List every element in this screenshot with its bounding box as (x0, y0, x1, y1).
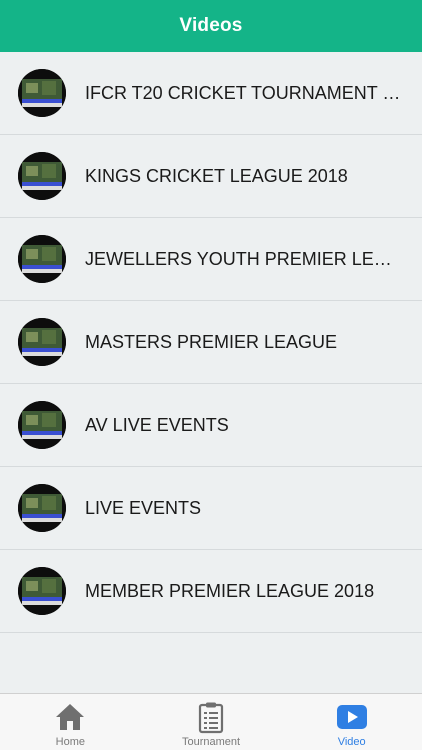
video-list-item[interactable]: MEMBER PREMIER LEAGUE 2018 (0, 550, 422, 633)
video-title: JEWELLERS YOUTH PREMIER LEAGU... (85, 248, 401, 269)
video-list: IFCR T20 CRICKET TOURNAMENT SE... KINGS … (0, 52, 422, 633)
video-list-item[interactable]: MASTERS PREMIER LEAGUE (0, 301, 422, 384)
play-icon (336, 705, 367, 729)
video-title: MEMBER PREMIER LEAGUE 2018 (85, 580, 375, 601)
tab-label: Video (337, 736, 366, 748)
video-thumbnail (18, 401, 66, 449)
tab-tournament[interactable]: Tournament (141, 694, 282, 750)
video-thumbnail (18, 69, 66, 117)
tab-label: Tournament (181, 736, 241, 748)
video-title: KINGS CRICKET LEAGUE 2018 (85, 165, 348, 186)
video-thumbnail (18, 567, 66, 615)
home-icon (56, 704, 85, 730)
tab-video[interactable]: Video (281, 694, 422, 750)
video-list-item[interactable]: IFCR T20 CRICKET TOURNAMENT SE... (0, 52, 422, 135)
video-thumbnail (18, 318, 66, 366)
video-thumbnail (18, 484, 66, 532)
video-title: AV LIVE EVENTS (85, 414, 229, 435)
video-thumbnail (18, 235, 66, 283)
video-thumbnail (18, 152, 66, 200)
video-list-item[interactable]: LIVE EVENTS (0, 467, 422, 550)
page-title: Videos (179, 15, 243, 36)
tab-label: Home (55, 736, 85, 748)
video-list-item[interactable]: AV LIVE EVENTS (0, 384, 422, 467)
video-list-item[interactable]: KINGS CRICKET LEAGUE 2018 (0, 135, 422, 218)
video-title: LIVE EVENTS (85, 497, 202, 518)
video-title: IFCR T20 CRICKET TOURNAMENT SE... (85, 82, 401, 103)
bottom-tab-bar: Home Tournament Video (0, 693, 422, 750)
app-bar: Videos (0, 0, 422, 52)
clipboard-icon (198, 702, 224, 734)
tab-home[interactable]: Home (0, 694, 141, 750)
video-list-item[interactable]: JEWELLERS YOUTH PREMIER LEAGU... (0, 218, 422, 301)
video-title: MASTERS PREMIER LEAGUE (85, 331, 338, 352)
